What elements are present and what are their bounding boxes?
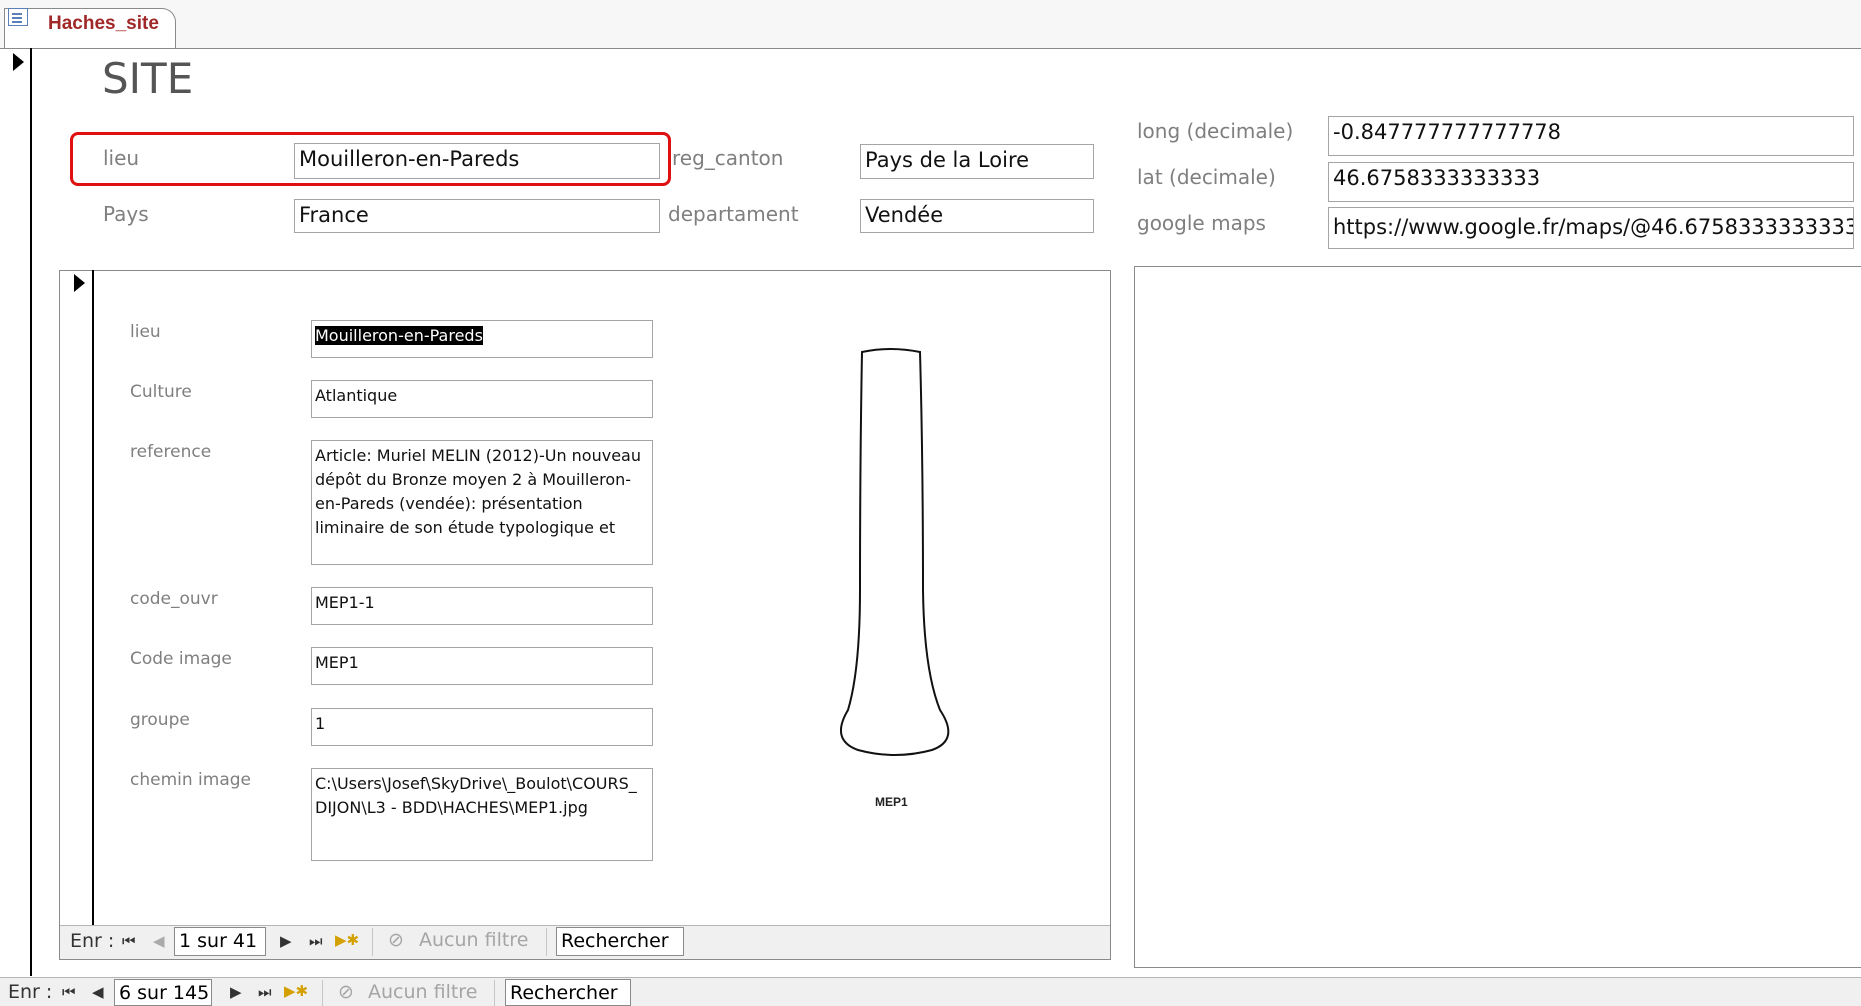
departament-label: departament [668,202,799,226]
main-record-counter[interactable]: 6 sur 145 [114,979,212,1006]
subform-last-record-icon[interactable]: ⏭ [309,932,323,950]
axe-image [839,348,950,756]
main-filter-label[interactable]: Aucun filtre [368,981,477,1003]
subform-new-record-icon[interactable]: ▶✱ [335,931,359,949]
main-navigation-bar [0,977,1861,1006]
main-nav-separator-2 [494,980,495,1006]
record-selector-bar [30,48,32,976]
departament-field[interactable]: Vendée [860,199,1094,233]
pays-label: Pays [103,202,149,226]
lat-label: lat (decimale) [1137,165,1276,189]
sub-code-ouvr-label: code_ouvr [130,589,218,609]
main-next-record-icon[interactable]: ▶ [230,983,242,1001]
main-search-box[interactable]: Rechercher [505,979,631,1006]
subform-nav-label: Enr : [70,930,115,952]
subform-search-box[interactable]: Rechercher [556,927,684,956]
form-title: SITE [102,54,194,103]
main-filter-icon: ⊘ [338,981,354,1003]
sub-reference-field[interactable]: Article: Muriel MELIN (2012)-Un nouveau … [311,440,653,565]
sub-lieu-selected-text: Mouilleron-en-Pareds [315,326,483,345]
sub-code-image-label: Code image [130,649,232,669]
google-maps-field[interactable]: https://www.google.fr/maps/@46.675833333… [1328,207,1854,249]
sub-groupe-label: groupe [130,710,190,730]
subform-filter-icon: ⊘ [388,929,404,951]
main-previous-record-icon[interactable]: ◀ [92,983,104,1001]
main-nav-separator [322,980,323,1006]
lieu-field[interactable]: Mouilleron-en-Pareds [294,143,660,179]
subform-next-record-icon[interactable]: ▶ [280,932,292,950]
sub-lieu-label: lieu [130,322,161,342]
form-icon [8,8,28,26]
subform-nav-separator [372,928,373,956]
reg-canton-field[interactable]: Pays de la Loire [860,144,1094,179]
lat-field[interactable]: 46.6758333333333 [1328,162,1854,202]
lieu-label: lieu [103,146,140,170]
image-caption: MEP1 [875,795,908,809]
subform-filter-label[interactable]: Aucun filtre [419,929,528,951]
reg-canton-label: reg_canton [672,146,784,170]
right-panel [1134,266,1861,968]
sub-code-image-field[interactable]: MEP1 [311,647,653,685]
main-nav-label: Enr : [8,981,53,1003]
main-first-record-icon[interactable]: ⏮ [62,983,76,1001]
sub-chemin-image-field[interactable]: C:\Users\Josef\SkyDrive\_Boulot\COURS_DI… [311,768,653,861]
sub-chemin-image-label: chemin image [130,770,251,790]
subform-record-selector-bar [92,270,94,928]
subform-first-record-icon[interactable]: ⏮ [122,932,136,950]
main-last-record-icon[interactable]: ⏭ [258,983,272,1001]
tab-title: Haches_site [48,13,159,34]
pays-field[interactable]: France [294,199,660,233]
sub-lieu-field[interactable]: Mouilleron-en-Pareds [311,320,653,358]
main-new-record-icon[interactable]: ▶✱ [284,982,308,1000]
long-field[interactable]: -0.847777777777778 [1328,116,1854,156]
long-label: long (decimale) [1137,119,1294,143]
sub-reference-label: reference [130,442,212,462]
subform-nav-separator-2 [546,928,547,956]
subform-record-selector-icon[interactable] [74,274,85,292]
document-tab-strip [0,0,1861,49]
record-selector-icon[interactable] [13,53,24,71]
sub-groupe-field[interactable]: 1 [311,708,653,746]
subform-record-counter[interactable]: 1 sur 41 [174,927,266,956]
sub-code-ouvr-field[interactable]: MEP1-1 [311,587,653,625]
sub-culture-field[interactable]: Atlantique [311,380,653,418]
google-maps-label: google maps [1137,211,1266,235]
subform-previous-record-icon[interactable]: ◀ [153,932,165,950]
sub-culture-label: Culture [130,382,192,402]
